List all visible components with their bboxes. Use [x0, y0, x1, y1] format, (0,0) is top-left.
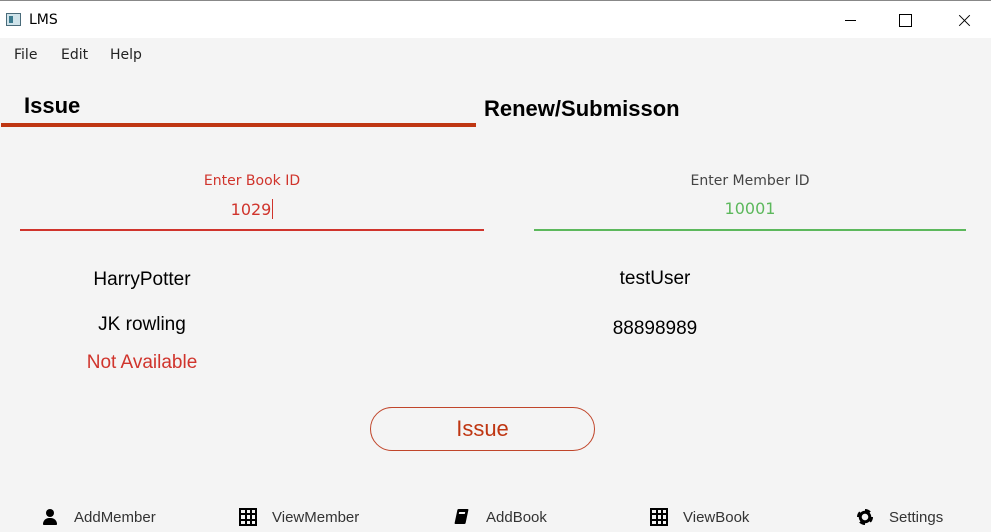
menu-bar: File Edit Help	[0, 38, 991, 70]
book-id-input[interactable]: 1029	[20, 199, 484, 219]
app-icon	[6, 13, 21, 26]
tab-issue-indicator	[1, 123, 476, 127]
book-id-value: 1029	[230, 200, 272, 219]
issue-button[interactable]: Issue	[370, 407, 595, 451]
nav-settings[interactable]: Settings	[856, 505, 943, 529]
member-id-label: Enter Member ID	[690, 173, 810, 189]
menu-edit[interactable]: Edit	[61, 47, 88, 63]
person-icon	[41, 508, 59, 526]
nav-add-book-label: AddBook	[486, 508, 547, 526]
book-icon	[453, 508, 471, 526]
table-icon	[239, 508, 257, 526]
book-name: HarryPotter	[93, 269, 191, 290]
nav-view-book-label: ViewBook	[683, 508, 750, 526]
gear-icon	[856, 508, 874, 526]
minimize-button[interactable]	[828, 1, 874, 39]
book-id-label: Enter Book ID	[203, 173, 301, 189]
book-author: JK rowling	[98, 314, 186, 335]
menu-help[interactable]: Help	[110, 47, 142, 63]
book-status: Not Available	[86, 352, 198, 373]
table-icon	[650, 508, 668, 526]
nav-add-book[interactable]: AddBook	[453, 505, 547, 529]
member-phone: 88898989	[612, 318, 698, 339]
nav-add-member-label: AddMember	[74, 508, 156, 526]
member-id-input[interactable]: 10001	[534, 199, 966, 218]
member-id-underline	[534, 229, 966, 231]
nav-view-member[interactable]: ViewMember	[239, 505, 359, 529]
book-id-underline	[20, 229, 484, 231]
nav-view-book[interactable]: ViewBook	[650, 505, 749, 529]
tab-issue[interactable]: Issue	[24, 93, 80, 119]
text-caret	[272, 199, 274, 219]
window-title: LMS	[29, 12, 58, 28]
member-name: testUser	[619, 268, 691, 289]
maximize-button[interactable]	[882, 1, 928, 39]
tab-renew-submission[interactable]: Renew/Submisson	[484, 96, 680, 122]
nav-add-member[interactable]: AddMember	[41, 505, 156, 529]
title-bar: LMS	[0, 0, 991, 38]
nav-settings-label: Settings	[889, 508, 944, 526]
nav-view-member-label: ViewMember	[272, 508, 360, 526]
menu-file[interactable]: File	[14, 47, 37, 63]
close-button[interactable]	[941, 1, 987, 39]
